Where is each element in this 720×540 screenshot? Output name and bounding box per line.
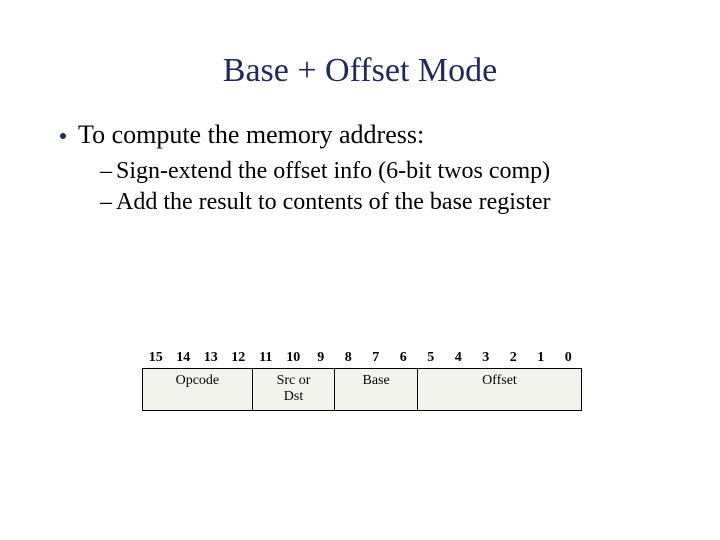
field-opcode: Opcode (143, 369, 253, 410)
bullet-item: To compute the memory address: (60, 120, 660, 150)
slide-body: To compute the memory address: –Sign-ext… (0, 90, 720, 217)
bit-label: 2 (500, 350, 528, 366)
bit-index-row: 15 14 13 12 11 10 9 8 7 6 5 4 3 2 1 0 (142, 350, 582, 366)
field-row: Opcode Src orDst Base Offset (142, 368, 582, 411)
bit-label: 0 (555, 350, 583, 366)
slide: Base + Offset Mode To compute the memory… (0, 0, 720, 540)
dash-icon: – (100, 156, 116, 187)
slide-title: Base + Offset Mode (0, 0, 720, 90)
bit-label: 14 (170, 350, 198, 366)
sub-bullet-1: –Sign-extend the offset info (6-bit twos… (60, 156, 660, 187)
bit-label: 12 (225, 350, 253, 366)
bullet-dot-icon (60, 133, 66, 139)
bit-label: 10 (280, 350, 308, 366)
field-base: Base (335, 369, 418, 410)
bit-label: 6 (390, 350, 418, 366)
sub-bullet-2-text: Add the result to contents of the base r… (116, 189, 551, 215)
sub-bullet-1-text: Sign-extend the offset info (6-bit twos … (116, 158, 550, 184)
bit-label: 9 (307, 350, 335, 366)
bit-label: 4 (445, 350, 473, 366)
bit-label: 11 (252, 350, 280, 366)
bit-label: 3 (472, 350, 500, 366)
field-src-dst: Src orDst (253, 369, 336, 410)
dash-icon: – (100, 187, 116, 218)
bit-label: 13 (197, 350, 225, 366)
bit-label: 7 (362, 350, 390, 366)
field-offset: Offset (418, 369, 581, 410)
bit-label: 8 (335, 350, 363, 366)
bit-label: 1 (527, 350, 555, 366)
bullet-text: To compute the memory address: (78, 120, 424, 150)
instruction-format-diagram: 15 14 13 12 11 10 9 8 7 6 5 4 3 2 1 0 Op… (142, 350, 582, 411)
bit-label: 15 (142, 350, 170, 366)
sub-bullet-2: –Add the result to contents of the base … (60, 187, 660, 218)
bit-label: 5 (417, 350, 445, 366)
